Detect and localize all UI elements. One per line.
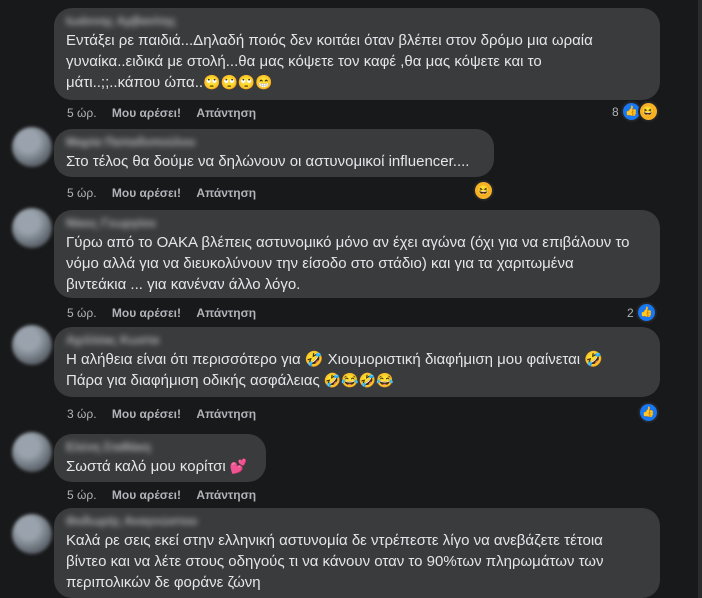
like-button[interactable]: Μου αρέσει! — [112, 407, 181, 421]
timestamp-link[interactable]: 5 ώρ. — [67, 306, 97, 320]
emoji: 🤣😂🤣😂 — [323, 372, 394, 388]
comment-bubble: Μαρία Παπαδοπούλου Στο τέλος θα δούμε να… — [54, 129, 494, 177]
comment-line: νόμο αλλά για να διευκολύνουν την είσοδο… — [66, 255, 574, 272]
comment-line: Η αλήθεια είναι ότι περισσότερο για 🤣 Χι… — [66, 351, 603, 368]
haha-icon: 😆 — [473, 180, 494, 201]
avatar[interactable] — [12, 325, 52, 365]
like-button[interactable]: Μου αρέσει! — [112, 306, 181, 320]
comment-author[interactable]: Νίκος Γεωργίου — [66, 216, 648, 230]
reaction-count: 8 — [612, 104, 619, 119]
like-icon: 👍 — [638, 402, 659, 423]
emoji: 💕 — [229, 458, 248, 474]
reactions-summary[interactable]: 2 👍 — [627, 302, 657, 323]
comment-author[interactable]: Ελένη Σταθάκη — [66, 440, 254, 454]
comment-line: γυναίκα..ειδικά με στολή...θα μας κόψετε… — [66, 53, 542, 70]
comment-actions: 5 ώρ. Μου αρέσει! Απάντηση — [67, 306, 268, 320]
reactions-summary[interactable]: 😆 — [473, 180, 494, 201]
like-button[interactable]: Μου αρέσει! — [112, 488, 181, 502]
emoji: 🙄🙄🙄😁 — [203, 74, 273, 90]
comment-bubble: Ελένη Σταθάκη Σωστά καλό μου κορίτσι 💕 — [54, 434, 266, 482]
reactions-summary[interactable]: 👍 — [638, 402, 659, 423]
reply-button[interactable]: Απάντηση — [196, 186, 256, 200]
comment-actions: 3 ώρ. Μου αρέσει! Απάντηση — [67, 407, 268, 421]
comment-line: Καλά ρε σεις εκεί στην ελληνική αστυνομί… — [66, 532, 603, 549]
reaction-count: 2 — [627, 305, 634, 320]
comment-actions: 5 ώρ. Μου αρέσει! Απάντηση — [67, 488, 268, 502]
comment-line-text: μάτι..;;..κάπου ώπα.. — [66, 74, 204, 91]
like-icon: 👍 — [635, 302, 657, 323]
comment-line-text: Πάρα για διαφήμιση οδικής ασφάλειας — [66, 372, 320, 389]
timestamp-link[interactable]: 5 ώρ. — [67, 106, 97, 120]
avatar[interactable] — [12, 432, 52, 472]
timestamp-link[interactable]: 5 ώρ. — [67, 186, 97, 200]
comment-line-text: Σωστά καλό μου κορίτσι — [66, 458, 226, 475]
comment-bubble: Αχιλλέας Κωστα Η αλήθεια είναι ότι περισ… — [54, 327, 660, 397]
comment-actions: 5 ώρ. Μου αρέσει! Απάντηση — [67, 186, 268, 200]
comment-text: Εντάξει ρε παιδιά...Δηλαδή ποιός δεν κοι… — [66, 30, 648, 93]
haha-icon: 😆 — [637, 101, 659, 122]
comment-actions: 5 ώρ. Μου αρέσει! Απάντηση — [67, 106, 268, 120]
comment-line: Εντάξει ρε παιδιά...Δηλαδή ποιός δεν κοι… — [66, 32, 593, 49]
avatar[interactable] — [12, 208, 52, 248]
comment-line: Πάρα για διαφήμιση οδικής ασφάλειας 🤣😂🤣😂 — [66, 370, 648, 391]
avatar[interactable] — [12, 127, 52, 167]
comment-text: Καλά ρε σεις εκεί στην ελληνική αστυνομί… — [66, 530, 648, 593]
comment-line: μάτι..;;..κάπου ώπα..🙄🙄🙄😁 — [66, 72, 648, 93]
comment-text: Σωστά καλό μου κορίτσι 💕 — [66, 456, 254, 477]
avatar[interactable] — [12, 514, 52, 554]
like-button[interactable]: Μου αρέσει! — [112, 186, 181, 200]
reactions-summary[interactable]: 8 👍 😆 — [612, 101, 659, 122]
reply-button[interactable]: Απάντηση — [196, 488, 256, 502]
reply-button[interactable]: Απάντηση — [196, 106, 256, 120]
comment-author[interactable]: Θοδωρής Αναγνώστου — [66, 514, 648, 528]
comment-author[interactable]: Αχιλλέας Κωστα — [66, 333, 648, 347]
timestamp-link[interactable]: 5 ώρ. — [67, 488, 97, 502]
comment-text: Γύρω από το ΟΑΚΑ βλέπεις αστυνομικό μόνο… — [66, 232, 648, 295]
comment-author[interactable]: Μαρία Παπαδοπούλου — [66, 135, 482, 149]
comment-line: περιπολικών δε φοράνε ζώνη — [66, 574, 261, 591]
timestamp-link[interactable]: 3 ώρ. — [67, 407, 97, 421]
comment-bubble: Νίκος Γεωργίου Γύρω από το ΟΑΚΑ βλέπεις … — [54, 210, 660, 298]
comment-bubble: Ιωάννης Αρβανίτης Εντάξει ρε παιδιά...Δη… — [54, 8, 660, 100]
comment-bubble: Θοδωρής Αναγνώστου Καλά ρε σεις εκεί στη… — [54, 508, 660, 598]
reply-button[interactable]: Απάντηση — [196, 306, 256, 320]
comment-text: Στο τέλος θα δούμε να δηλώνουν οι αστυνο… — [66, 153, 470, 170]
comment-line: βίντεο και να λέτε στους οδηγούς τι να κ… — [66, 553, 604, 570]
comment-text: Η αλήθεια είναι ότι περισσότερο για 🤣 Χι… — [66, 349, 648, 391]
comment-line: Γύρω από το ΟΑΚΑ βλέπεις αστυνομικό μόνο… — [66, 234, 630, 251]
like-button[interactable]: Μου αρέσει! — [112, 106, 181, 120]
comment-author[interactable]: Ιωάννης Αρβανίτης — [66, 14, 648, 28]
scrollbar[interactable] — [698, 0, 702, 598]
comment-line: βιντεάκια ... για κανέναν άλλο λόγο. — [66, 276, 301, 293]
reply-button[interactable]: Απάντηση — [196, 407, 256, 421]
